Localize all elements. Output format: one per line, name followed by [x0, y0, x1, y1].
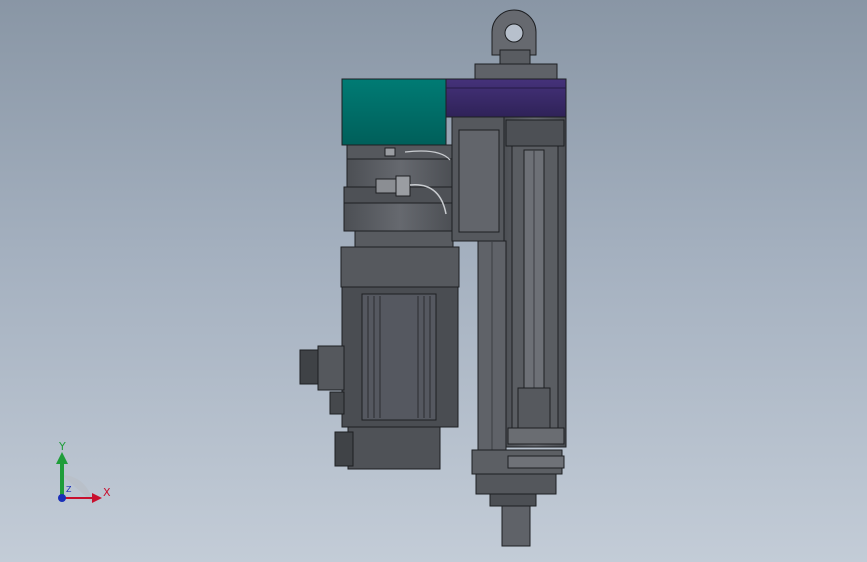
servo-motor[interactable] — [299, 246, 460, 470]
x-axis-label: X — [103, 486, 111, 499]
y-axis-label: Y — [58, 440, 66, 453]
x-axis-arrowhead — [92, 493, 102, 503]
motor-connector — [299, 349, 321, 385]
coordinate-triad-icon: Y X Z — [56, 440, 111, 503]
clevis-eye[interactable] — [474, 9, 558, 81]
teal-cover-block[interactable] — [341, 78, 447, 146]
z-axis-dot — [58, 494, 66, 502]
y-axis-arrowhead — [56, 452, 68, 464]
z-axis-label: Z — [66, 485, 72, 494]
actuator-model[interactable] — [0, 0, 867, 562]
purple-cover-block[interactable] — [445, 78, 567, 118]
cad-viewport[interactable]: Y X Z — [0, 0, 867, 562]
guide-rod[interactable] — [477, 240, 507, 452]
output-carriage[interactable] — [471, 449, 565, 547]
output-shaft[interactable] — [501, 505, 531, 547]
actuator-tube[interactable] — [503, 116, 567, 448]
